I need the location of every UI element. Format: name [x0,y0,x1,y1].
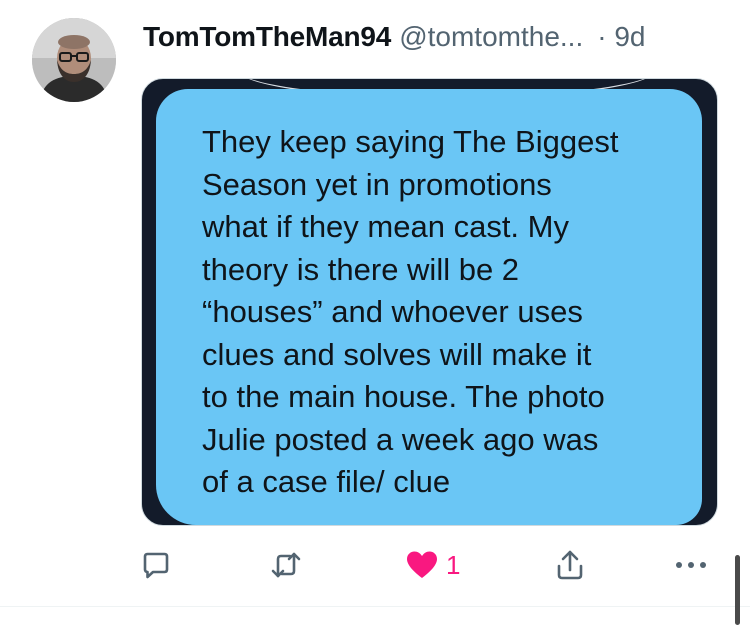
message-bubble-text: They keep saying The Biggest Season yet … [202,124,619,499]
tweet-header: TomTomTheMan94 @tomtomthe... · 9d [143,18,733,56]
more-icon [676,562,706,568]
avatar-photo [32,18,116,102]
tweet-image[interactable]: They keep saying The Biggest Season yet … [141,78,718,526]
avatar[interactable] [32,18,116,102]
tweet-timestamp[interactable]: · 9d [597,21,645,53]
tweet-divider [0,606,750,607]
user-handle[interactable]: @tomtomthe... [399,21,583,53]
like-count: 1 [446,549,461,580]
retweet-icon [271,552,301,578]
tweet-action-bar: 1 [141,540,721,590]
retweet-button[interactable] [270,540,302,590]
share-icon [557,550,583,580]
heart-icon [407,551,437,578]
scrollbar[interactable] [735,555,740,625]
like-button[interactable]: 1 [406,540,460,590]
more-options-button[interactable] [675,540,707,590]
message-bubble: They keep saying The Biggest Season yet … [156,89,702,525]
reply-button[interactable] [141,540,171,590]
display-name[interactable]: TomTomTheMan94 [143,21,391,53]
reply-icon [143,552,169,579]
share-button[interactable] [555,540,585,590]
